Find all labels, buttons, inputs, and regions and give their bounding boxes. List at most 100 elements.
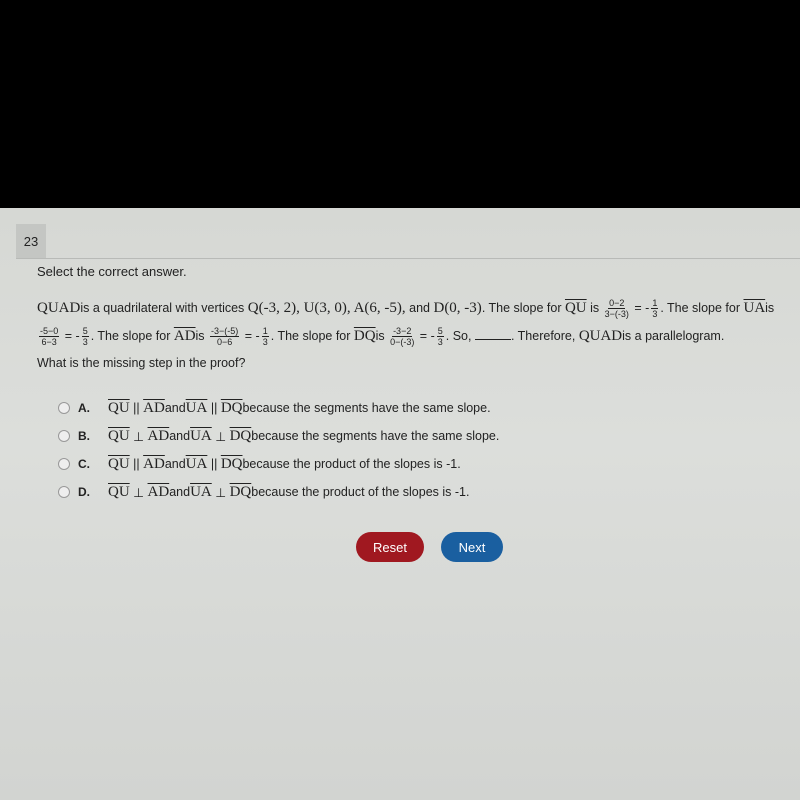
radio-button[interactable] (58, 486, 70, 498)
stem-text: . The slope for (481, 301, 565, 315)
question-number: 23 (16, 224, 46, 258)
vertex-d: D(0, -3) (433, 300, 482, 316)
numerator: 5 (81, 326, 89, 338)
option-letter: A. (78, 401, 90, 415)
question-stem: QUADis a quadrilateral with vertices Q(-… (37, 294, 787, 350)
denominator: 3 (437, 337, 443, 348)
option-reason: because the product of the slopes is -1. (242, 457, 461, 471)
fraction: 0−2 3−(-3) (605, 298, 629, 319)
radio-button[interactable] (58, 402, 70, 414)
stem-text: . The slope for (660, 301, 744, 315)
segment-ua: UA (185, 399, 208, 416)
stem-text: . The slope for (270, 329, 354, 343)
option-letter: B. (78, 429, 90, 443)
question-header: 23 (16, 224, 800, 259)
and-text: and (164, 457, 186, 471)
reset-button[interactable]: Reset (356, 532, 424, 562)
relation: || (133, 457, 140, 471)
relation: ⊥ (215, 485, 227, 500)
stem-text: . The slope for (90, 329, 174, 343)
relation: ⊥ (133, 429, 145, 444)
option-reason: because the product of the slopes is -1. (251, 485, 470, 499)
denominator: 3−(-3) (604, 309, 629, 320)
segment-ad: AD (143, 455, 165, 472)
segment-qu: QU (108, 455, 130, 472)
option-letter: D. (78, 485, 90, 499)
stem-text: is (195, 329, 209, 343)
vertices: Q(-3, 2), U(3, 0), A(6, -5), (247, 300, 406, 316)
fraction: 13 (651, 298, 659, 320)
equals: = - (241, 329, 260, 343)
segment-ad: AD (173, 328, 196, 344)
segment-ua: UA (190, 483, 212, 500)
segment-dq: DQ (229, 427, 252, 444)
denominator: 3 (262, 337, 268, 348)
option-reason: because the segments have the same slope… (242, 401, 491, 415)
fraction: -5−0 6−3 (39, 326, 60, 348)
and-text: and (169, 485, 191, 499)
segment-dq: DQ (229, 483, 252, 500)
numerator: -5−0 (39, 326, 60, 338)
denominator: 0−(-3) (390, 337, 415, 348)
radio-button[interactable] (58, 458, 70, 470)
fraction: 13 (261, 326, 269, 348)
next-button[interactable]: Next (441, 532, 503, 562)
fraction: -3−2 0−(-3) (390, 326, 414, 347)
quad-name: QUAD (578, 328, 623, 344)
denominator: 3 (652, 309, 658, 320)
relation: ⊥ (133, 485, 145, 500)
stem-text: is (765, 301, 775, 315)
relation: || (133, 401, 140, 415)
segment-qu: QU (108, 483, 130, 500)
denominator: 3 (82, 337, 88, 348)
numerator: -3−(-5) (210, 326, 240, 338)
option-reason: because the segments have the same slope… (251, 429, 500, 443)
segment-qu: QU (108, 399, 130, 416)
and-text: and (169, 429, 191, 443)
relation: ⊥ (215, 429, 227, 444)
option-letter: C. (78, 457, 90, 471)
stem-text: is a quadrilateral with vertices (80, 301, 248, 315)
relation: || (210, 457, 218, 471)
relation: || (210, 401, 218, 415)
instruction: Select the correct answer. (37, 264, 187, 279)
numerator: 0−2 (608, 298, 626, 310)
segment-dq: DQ (220, 455, 243, 472)
stem-text: is (586, 301, 603, 315)
segment-ua: UA (743, 300, 766, 316)
option-a[interactable]: A. QU || AD and UA || DQ because the segme… (58, 394, 499, 422)
and-text: and (164, 401, 186, 415)
option-b[interactable]: B. QU ⊥ AD and UA ⊥ DQ because the segment… (58, 422, 499, 450)
segment-qu: QU (564, 300, 587, 316)
numerator: 5 (436, 326, 444, 338)
numerator: 1 (261, 326, 269, 338)
fraction: -3−(-5) 0−6 (210, 326, 240, 348)
segment-ua: UA (185, 455, 208, 472)
stem-text: and (405, 301, 434, 315)
question-prompt: What is the missing step in the proof? (37, 356, 246, 370)
quiz-screen: 23 Select the correct answer. QUADis a q… (0, 208, 800, 800)
stem-text: is a parallelogram. (622, 329, 725, 343)
stem-text: is (375, 329, 389, 343)
equals: = - (630, 301, 650, 315)
answer-blank (474, 329, 511, 340)
option-d[interactable]: D. QU ⊥ AD and UA ⊥ DQ because the product… (58, 478, 499, 506)
fraction: 53 (436, 326, 444, 348)
stem-text: . Therefore, (510, 329, 579, 343)
segment-dq: DQ (220, 399, 243, 416)
numerator: 1 (651, 298, 659, 310)
segment-dq: DQ (353, 328, 376, 344)
denominator: 0−6 (217, 337, 233, 348)
segment-ad: AD (143, 399, 165, 416)
segment-ad: AD (147, 427, 170, 444)
segment-qu: QU (108, 427, 130, 444)
option-c[interactable]: C. QU || AD and UA || DQ because the produ… (58, 450, 499, 478)
denominator: 6−3 (41, 337, 57, 348)
numerator: -3−2 (392, 326, 413, 338)
quad-name: QUAD (37, 300, 81, 316)
radio-button[interactable] (58, 430, 70, 442)
fraction: 53 (81, 326, 89, 348)
equals: = - (61, 329, 80, 343)
segment-ua: UA (190, 427, 212, 444)
stem-text: . So, (445, 329, 475, 343)
